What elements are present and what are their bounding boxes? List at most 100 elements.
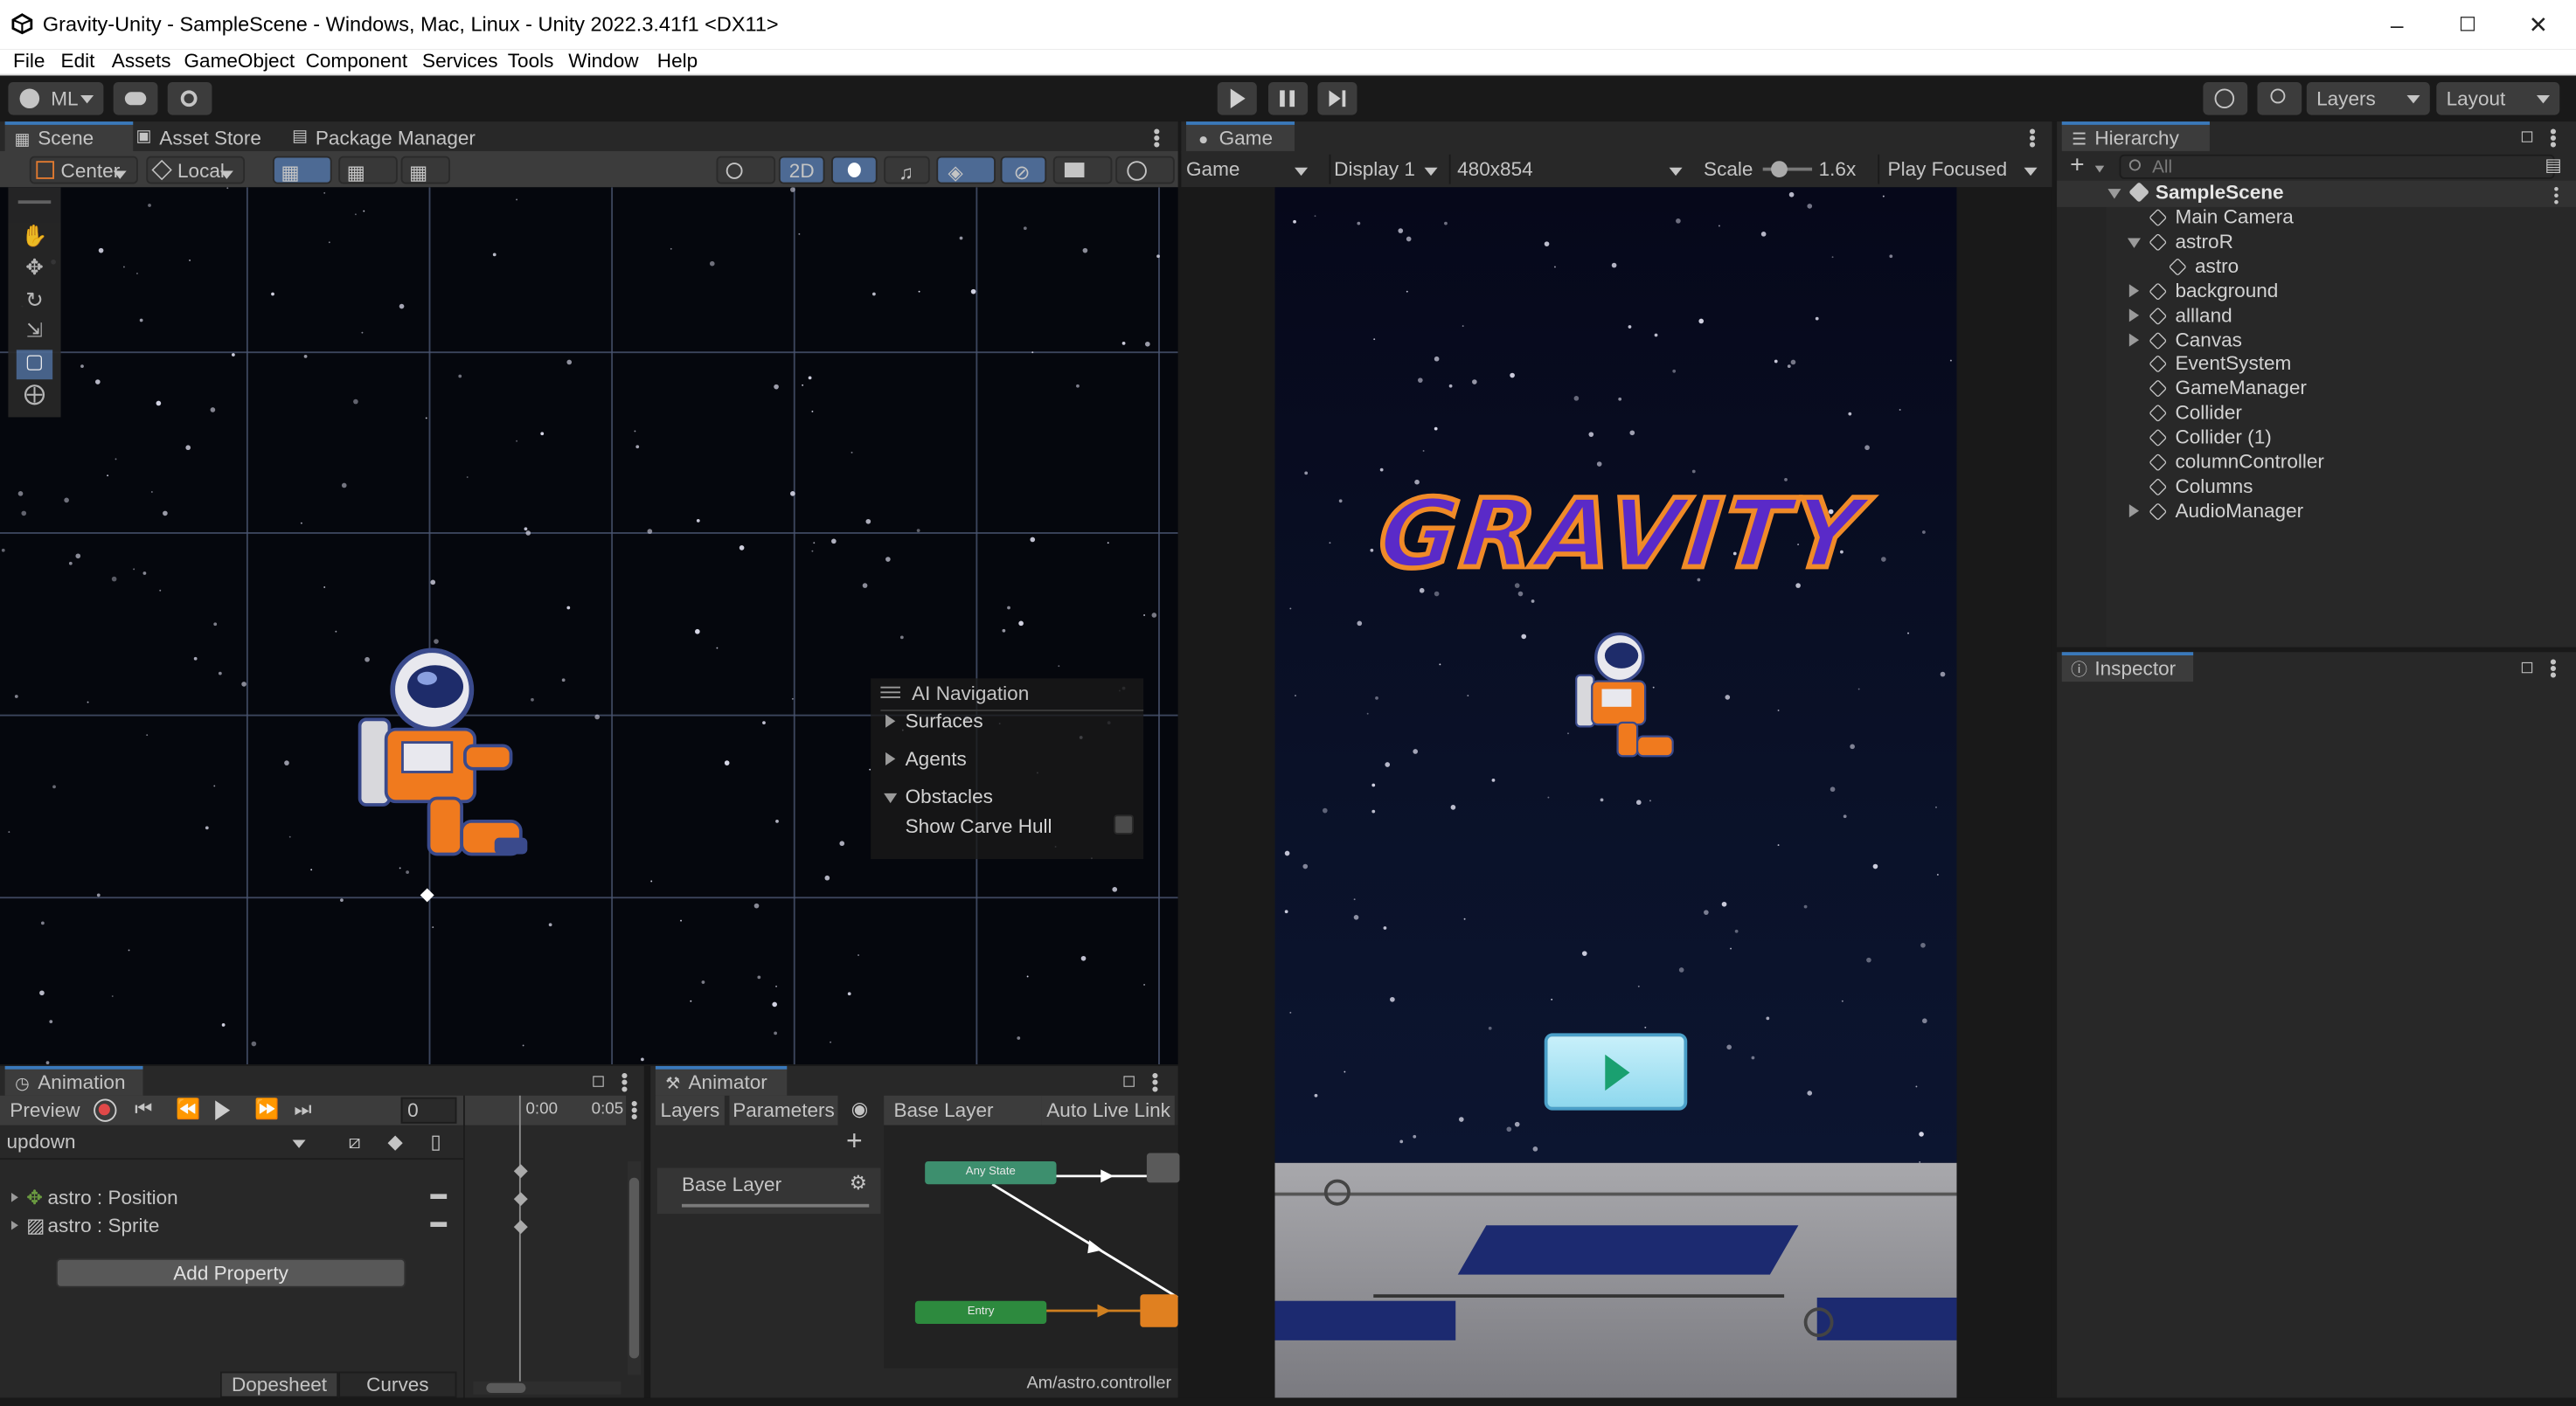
transform-tool-icon[interactable]: ⨁	[17, 381, 52, 411]
obstacles-item[interactable]: Obstacles	[906, 785, 993, 807]
tab-scene[interactable]: ▦ Scene	[4, 121, 134, 155]
effects-toggle[interactable]: ◈	[936, 156, 996, 184]
history-button[interactable]	[2203, 81, 2248, 115]
animator-breadcrumb[interactable]: Base Layer	[884, 1095, 1042, 1125]
expand-surfaces-icon[interactable]	[885, 714, 896, 728]
visibility-toggle[interactable]: ⊘	[1000, 156, 1047, 184]
base-layer-item[interactable]: Base Layer ⚙	[656, 1167, 881, 1215]
tab-animator[interactable]: ⚒ Animator	[655, 1065, 788, 1099]
space-dropdown[interactable]: Local	[146, 156, 246, 184]
collab-button[interactable]	[167, 81, 212, 115]
add-layer-icon[interactable]: +	[846, 1125, 863, 1159]
animator-menu-icon[interactable]: • • •	[1152, 1066, 1159, 1099]
close-button[interactable]: ✕	[2514, 7, 2563, 43]
curves-tab[interactable]: Curves	[338, 1371, 457, 1398]
auto-live-link-button[interactable]: Auto Live Link	[1041, 1095, 1175, 1125]
menu-window[interactable]: Window	[568, 49, 638, 72]
timeline-vscroll[interactable]	[627, 1160, 642, 1375]
hierarchy-search-input[interactable]: All	[2119, 154, 2555, 179]
preview-button[interactable]: Preview	[10, 1099, 80, 1122]
grid-visibility-button[interactable]: ▦	[400, 156, 450, 184]
animator-layers-tab[interactable]: Layers	[655, 1095, 725, 1125]
default-state-node[interactable]	[1140, 1294, 1178, 1327]
move-tool-icon[interactable]: ✥	[17, 254, 52, 284]
resolution-dropdown[interactable]: 480x854	[1448, 154, 1692, 184]
entry-node[interactable]: Entry	[914, 1300, 1047, 1325]
pivot-handle[interactable]	[420, 888, 434, 903]
cloud-button[interactable]	[113, 81, 158, 115]
tab-package-manager[interactable]: ▤ Package Manager	[282, 121, 493, 155]
menu-file[interactable]: File	[13, 49, 45, 72]
animation-menu-icon[interactable]: • • •	[621, 1066, 628, 1099]
collapse-arrow-icon[interactable]	[2127, 238, 2141, 248]
snap-increment-button[interactable]: ▦	[338, 156, 398, 184]
tab-hierarchy[interactable]: ☰ Hierarchy	[2061, 121, 2210, 155]
hierarchy-menu-icon[interactable]: • • •	[2550, 121, 2557, 155]
last-key-icon[interactable]: ⏭	[294, 1098, 311, 1122]
expand-arrow-icon[interactable]	[2128, 283, 2140, 297]
anim-play-icon[interactable]	[215, 1100, 231, 1120]
expand-arrow-icon[interactable]	[2128, 308, 2140, 322]
expand-arrow-icon[interactable]	[2128, 503, 2140, 517]
collapse-obstacles-icon[interactable]	[884, 793, 898, 804]
inspector-lock-icon[interactable]: ◻	[2520, 659, 2534, 677]
play-focused-dropdown[interactable]: Play Focused	[1878, 154, 2047, 184]
menu-gameobject[interactable]: GameObject	[184, 49, 295, 72]
collapse-scene-icon[interactable]	[2107, 189, 2121, 199]
pause-button[interactable]	[1267, 81, 1309, 115]
start-play-button[interactable]	[1544, 1033, 1688, 1111]
tab-inspector[interactable]: ⓘ Inspector	[2061, 652, 2194, 685]
timeline-hscroll[interactable]	[473, 1381, 621, 1395]
menu-edit[interactable]: Edit	[61, 49, 95, 72]
timeline-vscroll-thumb[interactable]	[628, 1177, 640, 1359]
game-view[interactable]: GRAVITY	[1274, 187, 1957, 1163]
state-node[interactable]	[1146, 1153, 1180, 1183]
frame-field[interactable]: 0	[400, 1097, 457, 1124]
drag-handle-icon[interactable]	[880, 686, 900, 689]
animator-lock-icon[interactable]: ◻	[1122, 1072, 1136, 1091]
scene-visibility-icon[interactable]: ▤	[2545, 155, 2562, 177]
hand-tool-icon[interactable]: ✋	[17, 224, 52, 253]
show-carve-hull-checkbox[interactable]	[1114, 814, 1134, 835]
menu-assets[interactable]: Assets	[112, 49, 171, 72]
2d-toggle[interactable]: 2D	[778, 156, 825, 184]
animation-lock-icon[interactable]: ◻	[592, 1072, 606, 1091]
expand-agents-icon[interactable]	[885, 751, 896, 765]
scale-slider-thumb[interactable]	[1771, 161, 1788, 178]
draw-mode-button[interactable]	[716, 156, 776, 184]
eye-icon[interactable]: ◉	[851, 1098, 869, 1120]
property-sprite[interactable]: astro : Sprite	[48, 1214, 160, 1236]
camera-button[interactable]	[1052, 156, 1113, 184]
add-object-icon[interactable]: +	[2070, 151, 2084, 179]
position-options-icon[interactable]: ▬	[430, 1186, 447, 1204]
expand-arrow-icon[interactable]	[2128, 332, 2140, 346]
menu-tools[interactable]: Tools	[508, 49, 554, 72]
tab-game[interactable]: ● Game	[1185, 121, 1295, 155]
scale-tool-icon[interactable]: ⇲	[17, 319, 52, 349]
layer-settings-icon[interactable]: ⚙	[850, 1171, 867, 1194]
expand-sprite-icon[interactable]	[10, 1220, 18, 1230]
add-dropdown-icon[interactable]	[2094, 165, 2105, 173]
sprite-options-icon[interactable]: ▬	[430, 1214, 447, 1232]
rotate-tool-icon[interactable]: ↻	[17, 287, 52, 317]
lock-icon[interactable]: ◻	[2520, 128, 2534, 147]
audio-toggle[interactable]: ♫	[884, 156, 930, 184]
minimize-button[interactable]: –	[2372, 7, 2421, 43]
dopesheet-tab[interactable]: Dopesheet	[219, 1371, 339, 1398]
layers-dropdown[interactable]: Layers	[2306, 81, 2430, 115]
animator-graph[interactable]: Any State Entry	[884, 1125, 1180, 1368]
lighting-toggle[interactable]	[831, 156, 878, 184]
timeline-hscroll-thumb[interactable]	[486, 1382, 526, 1393]
game-menu-icon[interactable]: • • •	[2029, 121, 2036, 155]
playhead[interactable]	[518, 1095, 521, 1389]
prev-key-icon[interactable]: ⏪	[176, 1098, 200, 1120]
menu-component[interactable]: Component	[306, 49, 408, 72]
search-button[interactable]	[2257, 81, 2302, 115]
grid-snap-button[interactable]: ▦	[272, 156, 332, 184]
keyframe-position[interactable]	[513, 1192, 528, 1207]
expand-position-icon[interactable]	[10, 1193, 18, 1202]
game-mode-dropdown[interactable]: Game	[1186, 155, 1317, 184]
tab-asset-store[interactable]: ▣ Asset Store	[127, 121, 274, 155]
pivot-dropdown[interactable]: Center	[29, 156, 138, 184]
step-button[interactable]	[1317, 81, 1357, 115]
